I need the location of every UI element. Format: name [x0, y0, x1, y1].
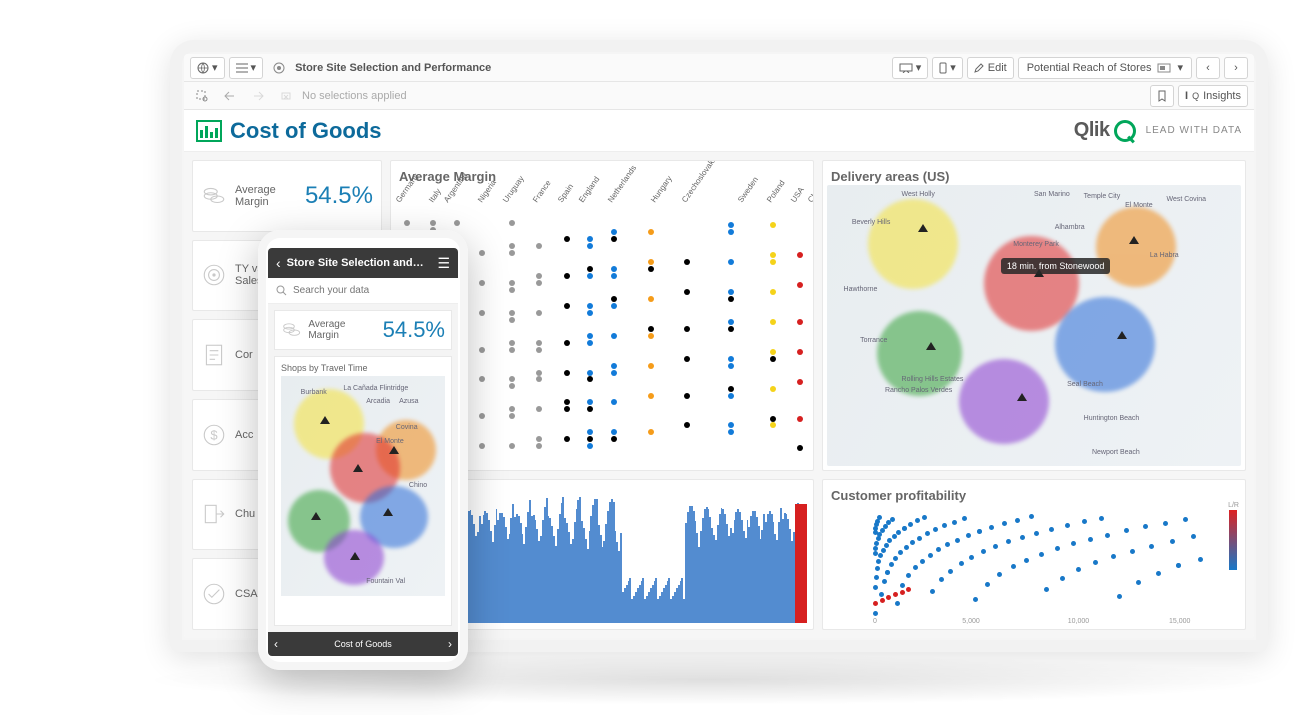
phone-frame: ‹ Store Site Selection and… ☰ Average Ma…: [258, 230, 468, 670]
no-selections-label: No selections applied: [302, 90, 407, 102]
bookmark-button[interactable]: [1150, 85, 1174, 107]
chart-title: Customer profitability: [831, 488, 1237, 503]
coins-icon: [281, 319, 302, 341]
next-sheet-icon[interactable]: ›: [448, 637, 452, 651]
insights-button[interactable]: IQ Insights: [1178, 85, 1248, 107]
kpi-average-margin[interactable]: Average Margin 54.5%: [192, 160, 382, 232]
phone-search[interactable]: [268, 278, 458, 304]
target-icon: [201, 262, 227, 288]
color-scale: [1229, 510, 1237, 570]
smart-search-button[interactable]: [190, 85, 214, 107]
toolbar-primary: ▾ ▾ Store Site Selection and Performance…: [184, 54, 1254, 82]
next-button[interactable]: ›: [1224, 57, 1248, 79]
clear-selections-button[interactable]: [274, 85, 298, 107]
toolbar-selections: No selections applied IQ Insights: [184, 82, 1254, 110]
phone-map-canvas[interactable]: BurbankLa Cañada FlintridgeArcadiaAzusaC…: [281, 376, 445, 596]
present-button[interactable]: ▾: [892, 57, 929, 79]
exit-icon: [201, 501, 227, 527]
phone-title: Store Site Selection and…: [287, 257, 424, 269]
app-icon: [267, 57, 291, 79]
story-selector[interactable]: Potential Reach of Stores ▾: [1018, 57, 1192, 79]
brand-tagline: LEAD WITH DATA: [1146, 125, 1242, 136]
device-button[interactable]: ▾: [932, 57, 963, 79]
list-view-button[interactable]: ▾: [229, 57, 264, 79]
story-icon: [1157, 63, 1171, 73]
kpi-value: 54.5%: [305, 182, 373, 210]
phone-footer: ‹ Cost of Goods ›: [268, 632, 458, 656]
step-forward-button[interactable]: [246, 85, 270, 107]
doc-icon: [201, 342, 227, 368]
edit-button[interactable]: Edit: [967, 57, 1014, 79]
nav-globe-button[interactable]: ▾: [190, 57, 225, 79]
search-icon: [276, 285, 287, 296]
app-title: Store Site Selection and Performance: [295, 62, 491, 74]
back-icon[interactable]: ‹: [276, 255, 281, 271]
phone-map-card[interactable]: Shops by Travel Time BurbankLa Cañada Fl…: [274, 356, 452, 626]
money-icon: $: [201, 422, 227, 448]
coins-icon: [201, 183, 227, 209]
check-icon: [201, 581, 227, 607]
search-input[interactable]: [293, 285, 450, 296]
chart-title: Delivery areas (US): [831, 169, 1237, 184]
phone-kpi-card[interactable]: Average Margin 54.5%: [274, 310, 452, 350]
page-header: Cost of Goods Qlik LEAD WITH DATA: [184, 110, 1254, 152]
chart-delivery-areas[interactable]: Delivery areas (US) 18 min. from Stonewo…: [822, 160, 1246, 471]
step-back-button[interactable]: [218, 85, 242, 107]
chart-customer-profitability[interactable]: Customer profitability L/R 0 5,000 10,00…: [822, 479, 1246, 630]
map-canvas[interactable]: 18 min. from Stonewood West HollyBeverly…: [827, 185, 1241, 466]
sheet-icon: [196, 120, 222, 142]
kpi-label: Average Margin: [235, 184, 297, 208]
prev-sheet-icon[interactable]: ‹: [274, 637, 278, 651]
map-tooltip: 18 min. from Stonewood: [1001, 258, 1111, 274]
prev-button[interactable]: ‹: [1196, 57, 1220, 79]
phone-header: ‹ Store Site Selection and… ☰: [268, 248, 458, 278]
page-title: Cost of Goods: [230, 118, 382, 144]
menu-icon[interactable]: ☰: [437, 255, 450, 272]
svg-text:$: $: [210, 427, 218, 442]
brand-logo: Qlik: [1074, 119, 1136, 142]
